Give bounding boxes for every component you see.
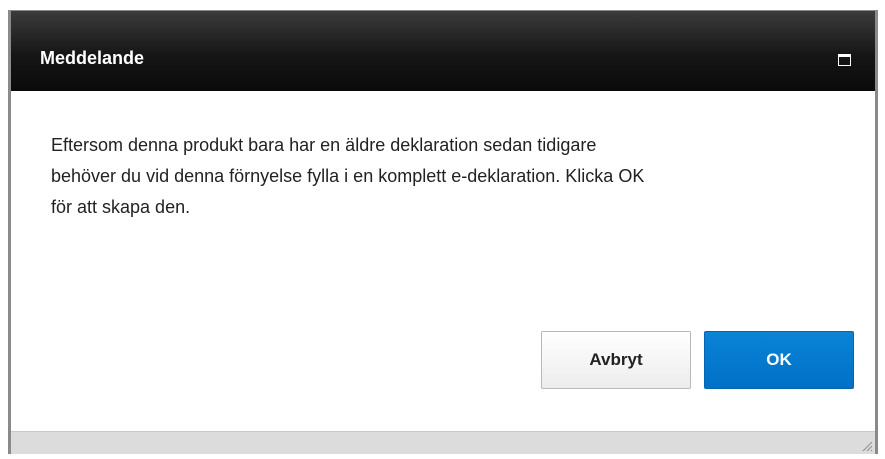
resize-grip-icon[interactable] bbox=[859, 438, 873, 452]
dialog-titlebar[interactable]: Meddelande bbox=[11, 11, 875, 91]
dialog-title: Meddelande bbox=[40, 48, 145, 68]
message-line: för att skapa den. bbox=[51, 197, 191, 217]
dialog-message: Eftersom denna produkt bara har en äldre… bbox=[51, 130, 841, 223]
message-line: Eftersom denna produkt bara har en äldre… bbox=[51, 135, 597, 155]
dialog-statusbar bbox=[11, 431, 875, 454]
message-dialog: Meddelande Eftersom denna produkt bara h… bbox=[8, 10, 878, 454]
maximize-button[interactable] bbox=[831, 49, 857, 71]
ok-button[interactable]: OK bbox=[704, 331, 854, 389]
message-line: behöver du vid denna förnyelse fylla i e… bbox=[51, 166, 645, 186]
maximize-icon bbox=[837, 54, 851, 66]
cancel-button[interactable]: Avbryt bbox=[541, 331, 691, 389]
